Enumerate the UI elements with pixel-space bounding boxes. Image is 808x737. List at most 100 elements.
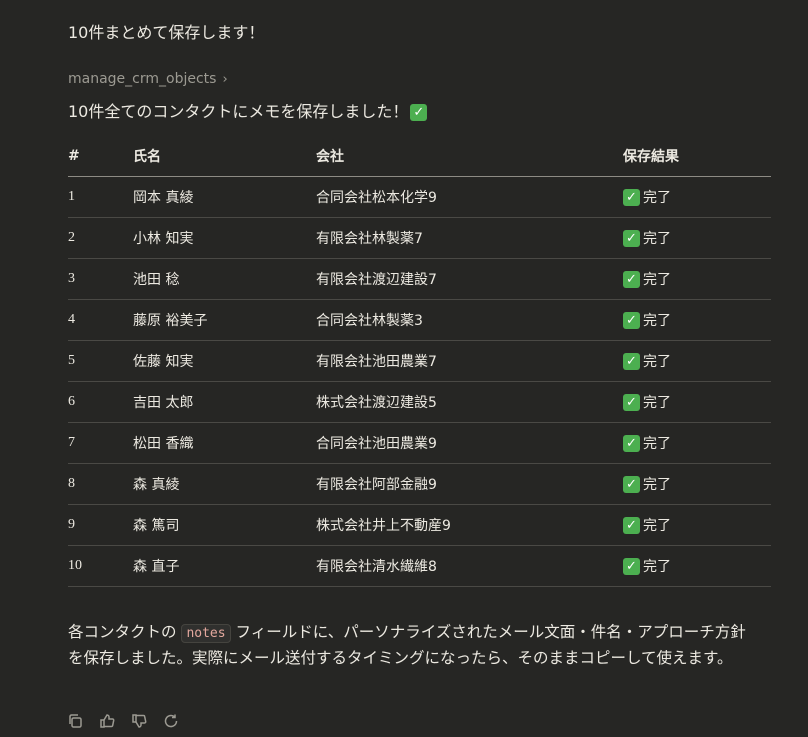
check-mark-icon: ✓ (623, 352, 640, 370)
save-status: ✓ 完了 (623, 504, 771, 546)
check-mark-icon: ✓ (410, 103, 428, 121)
company-name: 合同会社松本化学9 (316, 176, 623, 218)
thumbs-down-icon (132, 714, 147, 728)
status-label: 完了 (643, 354, 671, 370)
thumbs-up-icon (100, 714, 115, 728)
company-name: 株式会社井上不動産9 (316, 504, 623, 546)
company-name: 有限会社阿部金融9 (316, 463, 623, 505)
contact-name: 森 真綾 (133, 463, 316, 505)
table-header-row: # 氏名 会社 保存結果 (68, 135, 771, 177)
row-number: 3 (68, 258, 133, 300)
row-number: 10 (68, 545, 133, 587)
status-badge: ✓ 完了 (623, 187, 771, 207)
save-status: ✓ 完了 (623, 545, 771, 587)
closing-message: 各コンタクトの notes フィールドに、パーソナライズされたメール文面・件名・… (68, 620, 748, 671)
status-badge: ✓ 完了 (623, 269, 771, 289)
status-label: 完了 (643, 436, 671, 452)
contact-name: 松田 香織 (133, 422, 316, 464)
company-name: 有限会社林製薬7 (316, 217, 623, 259)
table-row: 5 佐藤 知実 有限会社池田農業7 ✓ 完了 (68, 340, 771, 382)
table-row: 4 藤原 裕美子 合同会社林製薬3 ✓ 完了 (68, 299, 771, 341)
check-mark-icon: ✓ (623, 434, 640, 452)
save-status: ✓ 完了 (623, 299, 771, 341)
thumbs-up-button[interactable] (98, 712, 116, 730)
status-label: 完了 (643, 518, 671, 534)
status-badge: ✓ 完了 (623, 556, 771, 576)
table-row: 10 森 直子 有限会社清水繊維8 ✓ 完了 (68, 545, 771, 587)
summary-message: 10件全てのコンタクトにメモを保存しました！ ✓ (68, 100, 428, 124)
status-badge: ✓ 完了 (623, 392, 771, 412)
save-status: ✓ 完了 (623, 463, 771, 505)
results-table: # 氏名 会社 保存結果 1 岡本 真綾 合同会社松本化学9 ✓ 完了 2 小林 知実 有限会… (68, 135, 771, 587)
thumbs-down-button[interactable] (130, 712, 148, 730)
contact-name: 岡本 真綾 (133, 176, 316, 218)
company-name: 有限会社渡辺建設7 (316, 258, 623, 300)
status-label: 完了 (643, 477, 671, 493)
status-label: 完了 (643, 272, 671, 288)
save-status: ✓ 完了 (623, 422, 771, 464)
check-mark-icon: ✓ (623, 270, 640, 288)
contact-name: 吉田 太郎 (133, 381, 316, 423)
header-number: # (68, 135, 133, 177)
contact-name: 森 直子 (133, 545, 316, 587)
save-status: ✓ 完了 (623, 340, 771, 382)
intro-message: 10件まとめて保存します！ (68, 23, 265, 42)
status-badge: ✓ 完了 (623, 515, 771, 535)
contact-name: 佐藤 知実 (133, 340, 316, 382)
notes-code-chip: notes (181, 624, 231, 643)
retry-button[interactable] (162, 712, 180, 730)
table-row: 2 小林 知実 有限会社林製薬7 ✓ 完了 (68, 217, 771, 259)
table-row: 3 池田 稔有限会社渡辺建設7 ✓ 完了 (68, 258, 771, 300)
retry-icon (164, 714, 178, 728)
contact-name: 藤原 裕美子 (133, 299, 316, 341)
company-name: 有限会社清水繊維8 (316, 545, 623, 587)
check-mark-icon: ✓ (623, 229, 640, 247)
company-name: 有限会社池田農業7 (316, 340, 623, 382)
row-number: 5 (68, 340, 133, 382)
status-label: 完了 (643, 190, 671, 206)
contact-name: 森 篤司 (133, 504, 316, 546)
save-status: ✓ 完了 (623, 381, 771, 423)
contact-name: 小林 知実 (133, 217, 316, 259)
check-mark-icon: ✓ (623, 475, 640, 493)
copy-button[interactable] (66, 712, 84, 730)
closing-prefix: 各コンタクトの (68, 623, 177, 641)
copy-icon (69, 714, 82, 728)
check-mark-icon: ✓ (623, 188, 640, 206)
header-name: 氏名 (133, 135, 316, 177)
table-row: 8森 真綾 有限会社阿部金融9 ✓ 完了 (68, 463, 771, 505)
company-name: 合同会社池田農業9 (316, 422, 623, 464)
status-badge: ✓ 完了 (623, 433, 771, 453)
status-label: 完了 (643, 559, 671, 575)
table-row: 1 岡本 真綾 合同会社松本化学9 ✓ 完了 (68, 176, 771, 218)
row-number: 9 (68, 504, 133, 546)
row-number: 8 (68, 463, 133, 505)
check-mark-icon: ✓ (623, 311, 640, 329)
row-number: 6 (68, 381, 133, 423)
status-badge: ✓ 完了 (623, 474, 771, 494)
status-label: 完了 (643, 395, 671, 411)
table-row: 7 松田 香織 合同会社池田農業9 ✓ 完了 (68, 422, 771, 464)
save-status: ✓ 完了 (623, 258, 771, 300)
status-badge: ✓ 完了 (623, 351, 771, 371)
company-name: 合同会社林製薬3 (316, 299, 623, 341)
row-number: 2 (68, 217, 133, 259)
header-status: 保存結果 (623, 135, 771, 177)
header-company: 会社 (316, 135, 623, 177)
summary-text: 10件全てのコンタクトにメモを保存しました！ (68, 102, 409, 121)
message-actions (66, 712, 180, 730)
save-status: ✓ 完了 (623, 176, 771, 218)
company-name: 株式会社渡辺建設5 (316, 381, 623, 423)
check-mark-icon: ✓ (623, 516, 640, 534)
row-number: 4 (68, 299, 133, 341)
row-number: 1 (68, 176, 133, 218)
status-badge: ✓ 完了 (623, 228, 771, 248)
tool-call-toggle[interactable]: manage_crm_objects › (68, 71, 228, 87)
save-status: ✓ 完了 (623, 217, 771, 259)
status-label: 完了 (643, 231, 671, 247)
table-row: 9森 篤司 株式会社井上不動産9 ✓ 完了 (68, 504, 771, 546)
row-number: 7 (68, 422, 133, 464)
check-mark-icon: ✓ (623, 393, 640, 411)
table-row: 6 吉田 太郎 株式会社渡辺建設5 ✓ 完了 (68, 381, 771, 423)
status-label: 完了 (643, 313, 671, 329)
